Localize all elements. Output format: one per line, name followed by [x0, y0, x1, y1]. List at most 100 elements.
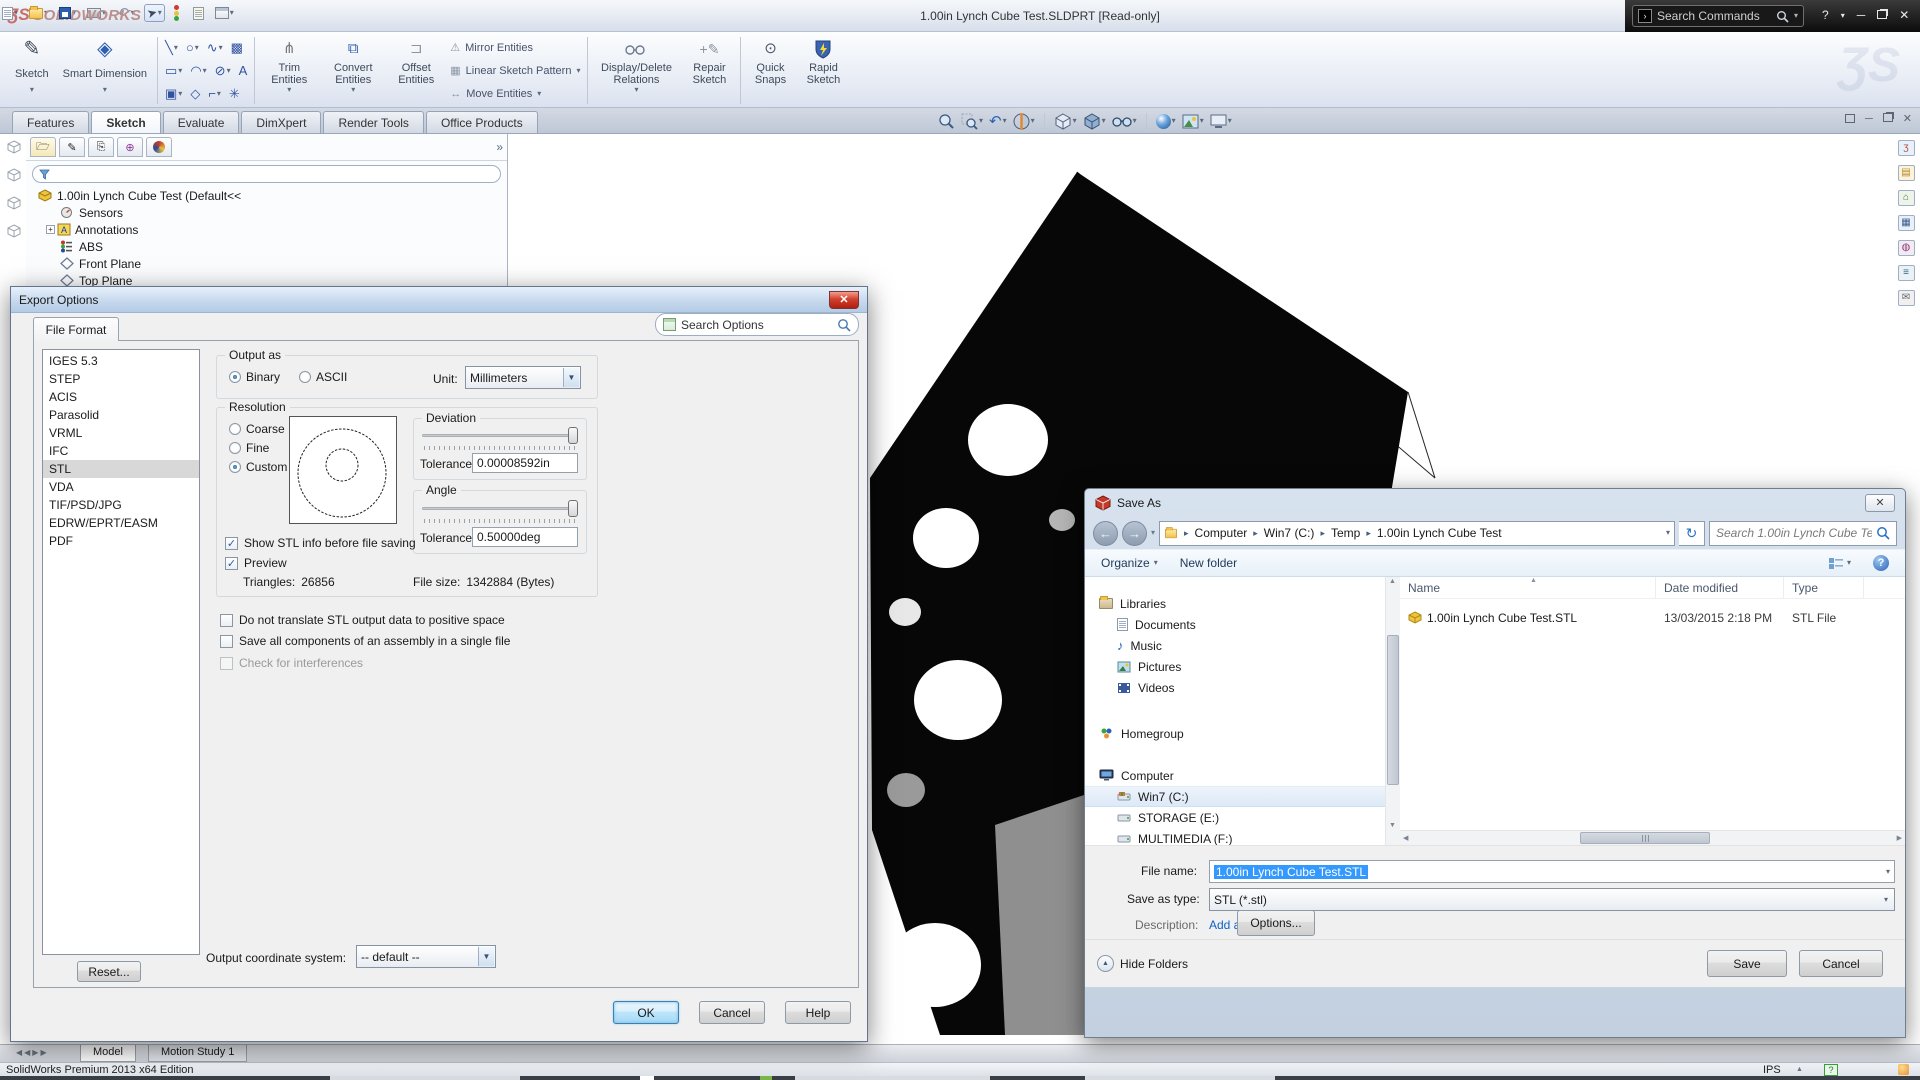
save-cancel-button[interactable]: Cancel [1799, 950, 1883, 977]
vertical-scrollbar[interactable]: ▲ ▼ [1385, 577, 1400, 845]
view-orientation-button[interactable]: ▾ [1054, 113, 1077, 130]
breadcrumb[interactable]: ▸ Computer ▸ Win7 (C:) ▸ Temp ▸ 1.00in L… [1159, 521, 1675, 546]
solidworks-resources-icon[interactable]: ʒ [1898, 140, 1915, 156]
search-scope-caret[interactable]: ▾ [1794, 12, 1798, 20]
tab-sketch[interactable]: Sketch [91, 111, 160, 133]
new-folder-button[interactable]: New folder [1180, 556, 1237, 570]
search-icon[interactable] [837, 318, 851, 332]
help-button[interactable]: ? [1817, 8, 1834, 22]
view-cube-icon[interactable] [7, 168, 21, 182]
nav-drive-c[interactable]: Win7 (C:) [1085, 786, 1385, 807]
scroll-up-arrow[interactable]: ▲ [1389, 578, 1396, 585]
search-icon[interactable] [1776, 10, 1789, 23]
format-item[interactable]: TIF/PSD/JPG [43, 496, 199, 514]
format-item[interactable]: ACIS [43, 388, 199, 406]
motion-study-tab[interactable]: Motion Study 1 [148, 1045, 247, 1062]
options-button-qat[interactable]: ▾ [213, 6, 236, 20]
ascii-radio[interactable]: ASCII [299, 370, 347, 384]
search-options-input[interactable]: Search Options [655, 313, 859, 336]
file-name-input[interactable]: 1.00in Lynch Cube Test.STL ▾ [1209, 860, 1895, 883]
appearances-scenes-icon[interactable]: ◍ [1898, 240, 1915, 256]
export-close-button[interactable]: ✕ [829, 291, 859, 309]
doc-restore-icon[interactable] [1883, 113, 1893, 125]
export-dialog-titlebar[interactable]: Export Options ✕ [11, 287, 867, 313]
format-item[interactable]: IFC [43, 442, 199, 460]
organize-button[interactable]: Organize▾ [1101, 556, 1158, 570]
display-style-button[interactable]: ▾ [1083, 113, 1106, 130]
format-item[interactable]: VRML [43, 424, 199, 442]
breadcrumb-computer[interactable]: Computer [1195, 526, 1248, 540]
arc-tool[interactable]: ◠▾ [190, 63, 206, 79]
view-cube-icon[interactable] [7, 140, 21, 154]
dimxpertmanager-tab[interactable]: ⊕ [117, 137, 143, 157]
cancel-button[interactable]: Cancel [699, 1001, 765, 1024]
scrollbar-thumb[interactable] [1387, 635, 1399, 785]
slot-tool[interactable]: ▣▾ [165, 86, 182, 102]
propertymanager-tab[interactable]: ✎ [59, 137, 85, 157]
format-item[interactable]: Parasolid [43, 406, 199, 424]
edit-appearance-button[interactable]: ▾ [1156, 114, 1176, 129]
forum-icon[interactable]: ✉ [1898, 290, 1915, 306]
model-tab[interactable]: Model [80, 1045, 136, 1062]
doc-minimize-icon[interactable]: ─ [1865, 113, 1873, 125]
view-cube-icon[interactable] [7, 196, 21, 210]
deviation-tolerance-field[interactable]: 0.00008592in [472, 453, 578, 473]
move-entities-button[interactable]: ↔ Move Entities ▾ [450, 84, 580, 104]
save-as-close-button[interactable]: ✕ [1865, 494, 1895, 512]
nav-videos[interactable]: Videos [1085, 677, 1385, 698]
fine-radio[interactable]: Fine [229, 441, 269, 455]
nav-homegroup[interactable]: Homegroup [1085, 723, 1385, 744]
tree-item-front-plane[interactable]: Front Plane [26, 255, 507, 272]
tag-icon[interactable] [1898, 1064, 1909, 1075]
tree-item-material[interactable]: ABS [26, 238, 507, 255]
repair-sketch-button[interactable]: +✎ Repair Sketch [681, 34, 737, 107]
restore-button[interactable] [1872, 8, 1892, 22]
back-button[interactable]: ← [1093, 521, 1118, 546]
format-item[interactable]: STEP [43, 370, 199, 388]
line-tool[interactable]: ╲▾ [165, 40, 178, 56]
trim-entities-button[interactable]: ⋔ Trim Entities ▾ [258, 34, 320, 107]
forward-button[interactable]: → [1122, 521, 1147, 546]
search-commands-input[interactable]: › Search Commands ▾ [1632, 5, 1804, 27]
tree-item-annotations[interactable]: + A Annotations [26, 221, 507, 238]
custom-properties-icon[interactable]: ≡ [1898, 265, 1915, 281]
configurationmanager-tab[interactable]: ⎘ [88, 137, 114, 157]
zoom-fit-button[interactable] [938, 113, 955, 130]
refresh-button[interactable]: ↻ [1679, 521, 1705, 546]
positive-space-checkbox[interactable]: Do not translate STL output data to posi… [220, 613, 505, 627]
format-item[interactable]: VDA [43, 478, 199, 496]
select-button[interactable]: ➤▾ [144, 4, 165, 22]
scroll-down-arrow[interactable]: ▼ [1389, 822, 1396, 829]
convert-entities-button[interactable]: ⧉ Convert Entities ▾ [320, 34, 386, 107]
nav-music[interactable]: ♪Music [1085, 635, 1385, 656]
binary-radio[interactable]: Binary [229, 370, 280, 384]
custom-radio[interactable]: Custom [229, 460, 287, 474]
tab-features[interactable]: Features [12, 111, 89, 133]
nav-pictures[interactable]: Pictures [1085, 656, 1385, 677]
linear-pattern-button[interactable]: ▦ Linear Sketch Pattern ▾ [450, 61, 580, 81]
units-caret[interactable]: ▲ [1796, 1066, 1803, 1073]
stl-options-button[interactable]: Options... [1237, 910, 1315, 936]
preview-checkbox[interactable]: ✓Preview [225, 556, 287, 570]
file-explorer-icon[interactable]: ⌂ [1898, 190, 1915, 206]
save-as-titlebar[interactable]: Save As ✕ [1085, 489, 1905, 517]
text-tool[interactable]: A [239, 63, 248, 78]
unit-dropdown[interactable]: Millimeters▼ [465, 366, 581, 389]
tree-item-sensors[interactable]: Sensors [26, 204, 507, 221]
view-settings-button[interactable]: ▾ [1210, 114, 1232, 129]
file-name-dropdown-caret[interactable]: ▾ [1886, 868, 1890, 876]
format-item[interactable]: EDRW/EPRT/EASM [43, 514, 199, 532]
tab-render-tools[interactable]: Render Tools [323, 111, 424, 133]
tab-office-products[interactable]: Office Products [426, 111, 538, 133]
file-row[interactable]: 1.00in Lynch Cube Test.STL 13/03/2015 2:… [1400, 607, 1905, 628]
scroll-left-arrow[interactable]: ◀ [1400, 834, 1408, 842]
reset-button[interactable]: Reset... [77, 961, 141, 982]
views-button[interactable]: ▾ [1828, 557, 1851, 570]
mirror-entities-button[interactable]: ⚠ Mirror Entities [450, 38, 580, 58]
single-file-checkbox[interactable]: Save all components of an assembly in a … [220, 634, 510, 648]
quick-tips-icon[interactable]: ? [1824, 1064, 1838, 1076]
circle-tool[interactable]: ○▾ [186, 40, 199, 55]
expand-panel-chevron[interactable]: » [496, 140, 503, 154]
traffic-light-button[interactable] [172, 4, 184, 22]
format-item[interactable]: IGES 5.3 [43, 352, 199, 370]
